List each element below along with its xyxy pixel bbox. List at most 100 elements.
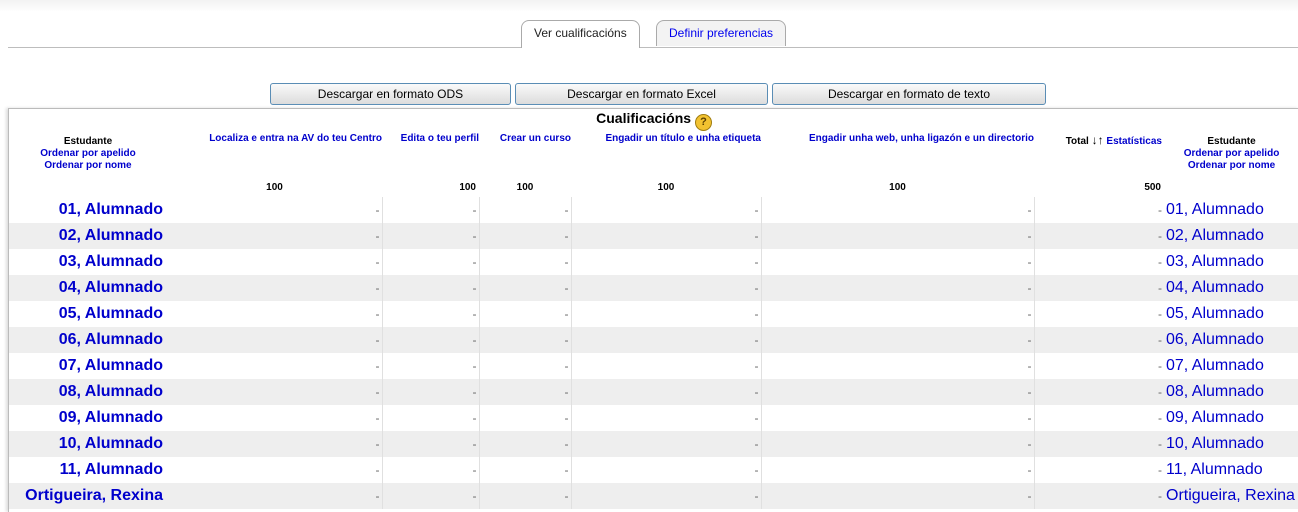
grade-cell[interactable]: - [167,327,383,353]
statistics-link[interactable]: Estatísticas [1106,136,1162,147]
student-name-link-right[interactable]: 10, Alumnado [1164,431,1298,457]
sort-by-firstname-link[interactable]: Ordenar por nome [44,160,131,171]
tab-view-grades[interactable]: Ver cualificacións [521,20,640,48]
student-name-link[interactable]: 05, Alumnado [9,301,167,327]
grade-cell[interactable]: - [571,327,762,353]
grade-cell[interactable]: - [167,457,383,483]
grade-cell[interactable]: - [571,457,762,483]
grade-cell[interactable]: - [761,405,1035,431]
student-name-link[interactable]: Ortigueira, Rexina [9,483,167,509]
grade-cell[interactable]: - [382,431,480,457]
grade-cell[interactable]: - [571,249,762,275]
student-name-link[interactable]: 11, Alumnado [9,457,167,483]
grade-cell[interactable]: - [479,327,572,353]
grade-cell[interactable]: - [761,353,1035,379]
grade-cell[interactable]: - [167,197,383,223]
student-name-link[interactable]: 08, Alumnado [9,379,167,405]
grade-cell[interactable]: - [382,353,480,379]
student-name-link-right[interactable]: 02, Alumnado [1164,223,1298,249]
grade-cell[interactable]: - [571,197,762,223]
student-name-link[interactable]: 09, Alumnado [9,405,167,431]
grade-cell[interactable]: - [571,275,762,301]
grade-cell[interactable]: - [479,431,572,457]
column-header-link[interactable]: Engadir un título e unha etiqueta [605,133,761,144]
grade-cell[interactable]: - [382,483,480,509]
download-text-button[interactable]: Descargar en formato de texto [772,83,1046,105]
column-header-link[interactable]: Crear un curso [500,133,571,144]
grade-cell[interactable]: - [571,379,762,405]
student-name-link-right[interactable]: 07, Alumnado [1164,353,1298,379]
student-name-link[interactable]: 06, Alumnado [9,327,167,353]
student-name-link[interactable]: 04, Alumnado [9,275,167,301]
download-ods-button[interactable]: Descargar en formato ODS [270,83,511,105]
grade-cell[interactable]: - [167,275,383,301]
grade-cell[interactable]: - [479,353,572,379]
grade-cell[interactable]: - [382,405,480,431]
sort-by-lastname-link[interactable]: Ordenar por apelido [40,148,136,159]
student-name-link-right[interactable]: 03, Alumnado [1164,249,1298,275]
grade-cell[interactable]: - [571,223,762,249]
grade-cell[interactable]: - [761,223,1035,249]
grade-cell[interactable]: - [479,457,572,483]
grade-cell[interactable]: - [382,275,480,301]
grade-cell[interactable]: - [479,379,572,405]
sort-arrows-icon[interactable]: ↓↑ [1092,133,1104,147]
student-name-link-right[interactable]: 01, Alumnado [1164,197,1298,223]
grade-cell[interactable]: - [761,379,1035,405]
student-name-link-right[interactable]: 09, Alumnado [1164,405,1298,431]
help-icon[interactable]: ? [694,113,712,131]
student-name-link-right[interactable]: 11, Alumnado [1164,457,1298,483]
grade-cell[interactable]: - [479,405,572,431]
grade-cell[interactable]: - [479,197,572,223]
grade-cell[interactable]: - [167,301,383,327]
grade-cell[interactable]: - [167,431,383,457]
student-name-link[interactable]: 03, Alumnado [9,249,167,275]
student-name-link-right[interactable]: 08, Alumnado [1164,379,1298,405]
grade-cell[interactable]: - [761,457,1035,483]
student-name-link-right[interactable]: 05, Alumnado [1164,301,1298,327]
grade-cell[interactable]: - [382,379,480,405]
column-header-link[interactable]: Localiza e entra na AV do teu Centro [209,133,382,144]
grade-cell[interactable]: - [761,431,1035,457]
grade-cell[interactable]: - [761,327,1035,353]
student-name-link-right[interactable]: Ortigueira, Rexina [1164,483,1298,509]
grade-cell[interactable]: - [382,249,480,275]
grade-cell[interactable]: - [479,301,572,327]
grade-cell[interactable]: - [167,223,383,249]
student-name-link[interactable]: 07, Alumnado [9,353,167,379]
grade-cell[interactable]: - [479,275,572,301]
grade-cell[interactable]: - [479,483,572,509]
grade-cell[interactable]: - [761,301,1035,327]
student-name-link[interactable]: 10, Alumnado [9,431,167,457]
grade-cell[interactable]: - [382,223,480,249]
grade-cell[interactable]: - [167,405,383,431]
column-header-link[interactable]: Engadir unha web, unha ligazón e un dire… [809,133,1034,144]
sort-by-firstname-link[interactable]: Ordenar por nome [1188,160,1275,171]
grade-cell[interactable]: - [571,483,762,509]
grade-cell[interactable]: - [571,353,762,379]
grade-cell[interactable]: - [382,327,480,353]
grade-cell[interactable]: - [479,249,572,275]
grade-cell[interactable]: - [761,249,1035,275]
grade-cell[interactable]: - [761,197,1035,223]
sort-by-lastname-link[interactable]: Ordenar por apelido [1184,148,1280,159]
grade-cell[interactable]: - [571,431,762,457]
download-excel-button[interactable]: Descargar en formato Excel [515,83,768,105]
grade-cell[interactable]: - [167,379,383,405]
grade-cell[interactable]: - [571,405,762,431]
student-name-link[interactable]: 02, Alumnado [9,223,167,249]
grade-cell[interactable]: - [167,249,383,275]
student-name-link[interactable]: 01, Alumnado [9,197,167,223]
grade-cell[interactable]: - [761,483,1035,509]
student-name-link-right[interactable]: 04, Alumnado [1164,275,1298,301]
grade-cell[interactable]: - [167,483,383,509]
column-header-link[interactable]: Edita o teu perfil [401,133,479,144]
grade-cell[interactable]: - [479,223,572,249]
grade-cell[interactable]: - [167,353,383,379]
grade-cell[interactable]: - [571,301,762,327]
grade-cell[interactable]: - [382,301,480,327]
student-name-link-right[interactable]: 06, Alumnado [1164,327,1298,353]
grade-cell[interactable]: - [382,457,480,483]
tab-preferences[interactable]: Definir preferencias [656,20,787,46]
grade-cell[interactable]: - [382,197,480,223]
